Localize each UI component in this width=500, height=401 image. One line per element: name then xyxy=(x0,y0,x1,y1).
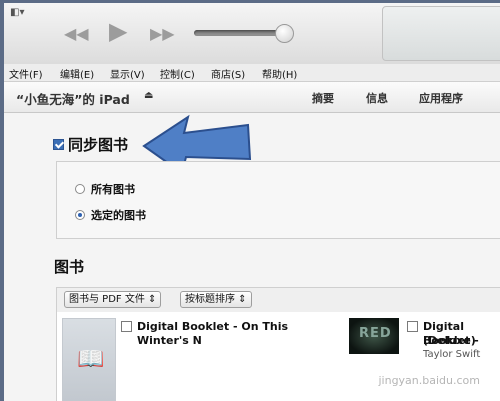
book-title-cont: (Deluxe) xyxy=(423,334,476,347)
books-sync-panel: 同步图书 所有图书 选定的图书 图书 图书与 PDF 文件 ⇕ 按标题排序 ⇕ … xyxy=(4,113,500,401)
all-books-label[interactable]: 所有图书 xyxy=(91,181,135,197)
book-cover-placeholder: 📖 xyxy=(62,318,116,401)
volume-slider[interactable] xyxy=(194,30,282,36)
tab-summary[interactable]: 摘要 xyxy=(312,90,334,106)
book-checkbox[interactable] xyxy=(407,321,418,332)
cover-art-text: RED xyxy=(359,326,392,341)
device-bar: “小鱼无海”的 iPad ⏏ 摘要 信息 应用程序 xyxy=(4,82,500,113)
volume-knob[interactable] xyxy=(275,24,294,43)
watermark: jingyan.baidu.com xyxy=(378,374,480,387)
all-books-radio[interactable] xyxy=(75,184,85,194)
menu-item-file[interactable]: 文件(F) xyxy=(9,66,43,81)
selected-books-radio[interactable] xyxy=(75,210,85,220)
menu-bar: 文件(F) 编辑(E) 显示(V) 控制(C) 商店(S) 帮助(H) xyxy=(4,64,500,82)
fast-forward-icon[interactable]: ▶▶ xyxy=(150,23,175,45)
tab-apps[interactable]: 应用程序 xyxy=(419,90,463,106)
eject-icon[interactable]: ⏏ xyxy=(144,90,153,101)
open-book-icon: 📖 xyxy=(77,347,105,372)
sync-books-label: 同步图书 xyxy=(68,136,129,154)
book-title-cont: Winter's N xyxy=(137,334,202,347)
selected-books-label[interactable]: 选定的图书 xyxy=(91,207,146,223)
book-checkbox[interactable] xyxy=(121,321,132,332)
book-list: 📖 Digital Booklet - On This Winter's N R… xyxy=(56,312,500,401)
books-type-dropdown[interactable]: 图书与 PDF 文件 ⇕ xyxy=(64,291,162,308)
itunes-window: ◧▾ ◀◀ ▶ ▶▶ 文件(F) 编辑(E) 显示(V) 控制(C) 商店(S)… xyxy=(4,3,500,401)
books-filter-bar: 图书与 PDF 文件 ⇕ 按标题排序 ⇕ xyxy=(56,287,500,313)
book-artist: Taylor Swift xyxy=(423,349,481,360)
menu-item-controls[interactable]: 控制(C) xyxy=(160,66,195,81)
sort-dropdown[interactable]: 按标题排序 ⇕ xyxy=(180,291,252,308)
menu-item-edit[interactable]: 编辑(E) xyxy=(60,66,94,81)
sync-options-box: 所有图书 选定的图书 xyxy=(56,161,500,239)
menu-item-view[interactable]: 显示(V) xyxy=(110,66,145,81)
book-title: Digital Booklet - On This xyxy=(137,320,289,333)
play-icon[interactable]: ▶ xyxy=(109,19,127,43)
playback-toolbar: ◧▾ ◀◀ ▶ ▶▶ xyxy=(4,3,500,65)
menu-item-store[interactable]: 商店(S) xyxy=(211,66,245,81)
device-name: “小鱼无海”的 iPad xyxy=(16,92,130,107)
books-section-title: 图书 xyxy=(54,258,85,276)
sync-books-checkbox[interactable] xyxy=(53,139,64,150)
menu-item-help[interactable]: 帮助(H) xyxy=(262,66,297,81)
tab-info[interactable]: 信息 xyxy=(366,90,388,106)
view-menu-icon[interactable]: ◧▾ xyxy=(10,7,24,18)
book-cover-art: RED xyxy=(349,318,399,354)
rewind-icon[interactable]: ◀◀ xyxy=(64,23,89,45)
status-display xyxy=(382,6,500,61)
